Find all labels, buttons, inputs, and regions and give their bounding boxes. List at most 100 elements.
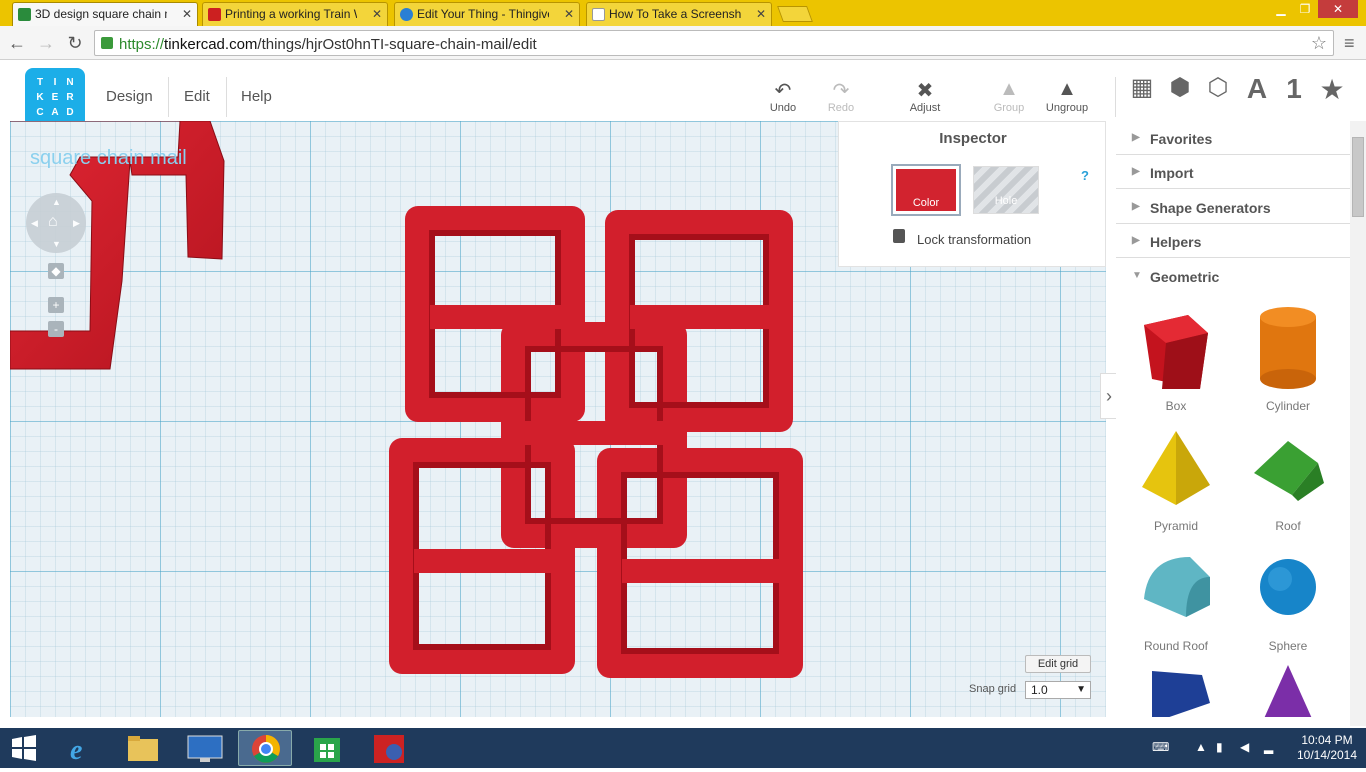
- group-button[interactable]: ▲ Group: [979, 78, 1039, 114]
- ie-logo: e: [70, 735, 82, 766]
- shape-partial-purple[interactable]: [1232, 663, 1344, 717]
- lock-icon[interactable]: [893, 229, 905, 243]
- file-explorer-icon[interactable]: [116, 730, 170, 766]
- menu-edit[interactable]: Edit: [184, 88, 210, 105]
- windows-start-icon[interactable]: [6, 730, 42, 766]
- wireframe-icon[interactable]: ⬡: [1200, 73, 1236, 102]
- chrome-taskbar-icon[interactable]: [238, 730, 292, 766]
- tab-youtube[interactable]: Printing a working Train W ✕: [202, 2, 388, 26]
- show-hidden-icons-icon[interactable]: ▲: [1195, 740, 1207, 754]
- star-icon[interactable]: ★: [1314, 73, 1350, 106]
- monitor-logo: [187, 735, 223, 762]
- volume-icon[interactable]: ◀: [1240, 740, 1249, 754]
- category-shape-generators[interactable]: ▶ Shape Generators: [1116, 190, 1350, 224]
- close-tab-icon[interactable]: ✕: [756, 7, 766, 21]
- shape-label: Sphere: [1268, 639, 1308, 653]
- category-helpers[interactable]: ▶ Helpers: [1116, 224, 1350, 258]
- orbit-up-icon[interactable]: ▲: [52, 197, 61, 207]
- reload-icon[interactable]: ↻: [64, 32, 86, 54]
- edit-grid-button[interactable]: Edit grid: [1025, 655, 1091, 673]
- project-title[interactable]: square chain mail: [30, 147, 187, 170]
- lenovo-app-icon[interactable]: [178, 730, 232, 766]
- orbit-right-icon[interactable]: ▶: [73, 218, 80, 229]
- redo-button[interactable]: ↷ Redo: [811, 78, 871, 114]
- tab-tinkercad[interactable]: 3D design square chain m ✕: [12, 2, 198, 26]
- back-arrow-icon[interactable]: ←: [6, 32, 28, 54]
- menu-design[interactable]: Design: [106, 88, 153, 105]
- internet-explorer-icon[interactable]: e: [56, 730, 110, 766]
- tab-screenshot-howto[interactable]: How To Take a Screensho ✕: [586, 2, 772, 26]
- close-tab-icon[interactable]: ✕: [564, 7, 574, 21]
- adjust-label: Adjust: [909, 102, 941, 114]
- url-path: /things/hjrOst0hnTI-square-chain-mail/ed…: [257, 36, 537, 53]
- logo-letter: N: [66, 77, 74, 88]
- pyramid-shape-icon: [1142, 431, 1210, 505]
- zoom-in-button[interactable]: +: [48, 297, 64, 313]
- orbit-left-icon[interactable]: ◀: [31, 218, 38, 229]
- undo-button[interactable]: ↶ Undo: [753, 78, 813, 114]
- url-text[interactable]: https://tinkercad.com/things/hjrOst0hnTI…: [119, 36, 537, 53]
- logo-letter: A: [51, 107, 59, 118]
- shape-box[interactable]: Box: [1120, 303, 1232, 413]
- category-favorites[interactable]: ▶ Favorites: [1116, 121, 1350, 155]
- orbit-down-icon[interactable]: ▼: [52, 239, 61, 249]
- color-button[interactable]: Color: [891, 164, 961, 216]
- box-shape-icon: [1144, 315, 1208, 389]
- lock-transformation-label[interactable]: Lock transformation: [917, 232, 1031, 247]
- zoom-out-button[interactable]: -: [48, 321, 64, 337]
- collapsed-triangle-icon: ▶: [1132, 166, 1140, 177]
- view-cube-icon[interactable]: ◆: [48, 263, 64, 279]
- menu-help[interactable]: Help: [241, 88, 272, 105]
- ungroup-button[interactable]: ▲ Ungroup: [1037, 78, 1097, 114]
- scrollbar-thumb[interactable]: [1352, 137, 1364, 217]
- category-import[interactable]: ▶ Import: [1116, 155, 1350, 189]
- maximize-icon[interactable]: ❐: [1294, 0, 1316, 18]
- menu-divider: [168, 77, 169, 117]
- close-window-icon[interactable]: ✕: [1318, 0, 1358, 18]
- shape-pyramid[interactable]: Pyramid: [1120, 423, 1232, 533]
- purple-cone-icon: [1264, 665, 1312, 717]
- shape-roof[interactable]: Roof: [1232, 423, 1344, 533]
- address-bar[interactable]: https://tinkercad.com/things/hjrOst0hnTI…: [94, 30, 1334, 56]
- shape-cylinder[interactable]: Cylinder: [1232, 303, 1344, 413]
- logo-letter: C: [36, 107, 44, 118]
- inspector-help-link[interactable]: ?: [1081, 168, 1089, 183]
- snap-grid-select[interactable]: 1.0 ▼: [1025, 681, 1091, 699]
- hamburger-menu-icon[interactable]: ≡: [1344, 33, 1355, 54]
- network-signal-icon[interactable]: ▂: [1264, 740, 1273, 754]
- sidebar-scrollbar[interactable]: [1350, 121, 1366, 726]
- grid-icon[interactable]: ▦: [1124, 73, 1160, 102]
- round-roof-shape-icon: [1144, 557, 1210, 617]
- keyboard-icon[interactable]: ⌨: [1152, 740, 1169, 754]
- forward-arrow-icon[interactable]: →: [35, 32, 57, 54]
- system-clock[interactable]: 10:04 PM 10/14/2014: [1292, 733, 1362, 763]
- logo-letter: R: [66, 92, 74, 103]
- logo-letter: I: [53, 77, 57, 88]
- shape-sphere[interactable]: Sphere: [1232, 543, 1344, 653]
- shape-round-roof[interactable]: Round Roof: [1120, 543, 1232, 653]
- hole-button[interactable]: Hole: [973, 166, 1039, 214]
- battery-icon[interactable]: ▮: [1216, 740, 1223, 754]
- close-tab-icon[interactable]: ✕: [182, 7, 192, 21]
- category-label: Favorites: [1150, 131, 1213, 147]
- config-app-icon[interactable]: [362, 730, 416, 766]
- bookmark-star-icon[interactable]: ☆: [1311, 33, 1327, 54]
- category-geometric[interactable]: ▼ Geometric: [1116, 259, 1350, 293]
- view-navigation-control[interactable]: ▲ ▼ ◀ ▶ ⌂: [26, 193, 86, 253]
- windows-store-icon[interactable]: [300, 730, 354, 766]
- close-tab-icon[interactable]: ✕: [372, 7, 382, 21]
- home-view-icon[interactable]: ⌂: [48, 213, 58, 231]
- letter-a-icon[interactable]: A: [1239, 73, 1275, 105]
- shape-partial-blue[interactable]: [1120, 663, 1232, 717]
- secure-lock-icon: [101, 37, 113, 49]
- new-tab-button[interactable]: [777, 6, 813, 22]
- tab-thingiverse[interactable]: Edit Your Thing - Thingive ✕: [394, 2, 580, 26]
- number-1-icon[interactable]: 1: [1276, 73, 1312, 105]
- category-label: Shape Generators: [1150, 200, 1271, 216]
- box-view-icon[interactable]: ⬢: [1162, 73, 1198, 102]
- adjust-button[interactable]: ✖ Adjust: [895, 78, 955, 114]
- sphere-shape-icon: [1260, 559, 1316, 615]
- tinkercad-logo[interactable]: T I N K E R C A D: [25, 68, 85, 128]
- minimize-icon[interactable]: ▁: [1270, 0, 1292, 18]
- shape-label: Pyramid: [1153, 519, 1198, 533]
